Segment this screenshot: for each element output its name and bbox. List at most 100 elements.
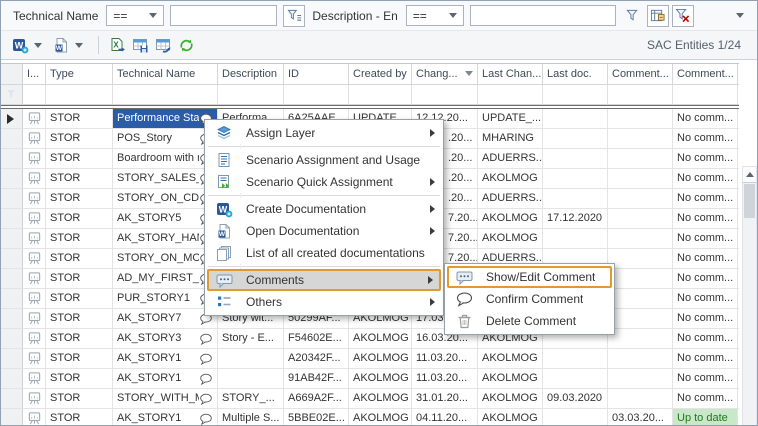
menu-item-comments[interactable]: Comments: [207, 269, 441, 291]
comment-date-cell[interactable]: [608, 349, 673, 368]
entity-icon-cell[interactable]: [23, 209, 46, 228]
technical-name-cell[interactable]: AK_STORY1: [113, 369, 218, 388]
column-header[interactable]: Created by: [349, 64, 412, 84]
technical-name-cell[interactable]: AK_STORY7: [113, 309, 218, 328]
column-header[interactable]: Chang...: [412, 64, 478, 84]
column-header[interactable]: Comment...: [608, 64, 673, 84]
menu-item-confirm-comment[interactable]: Confirm Comment: [447, 288, 612, 310]
filter-conditions-button[interactable]: [283, 5, 305, 27]
column-header[interactable]: Last Chan...: [478, 64, 543, 84]
comment-date-cell[interactable]: [608, 129, 673, 148]
export-excel-button[interactable]: X: [106, 34, 128, 56]
description-cell[interactable]: Story - E...: [218, 329, 284, 348]
table-row[interactable]: STOR AK_STORY1 91AB42F... AKOLMOG 11.03.…: [1, 369, 739, 389]
table-row[interactable]: STOR STORY_WITH_M... STORY_... A669A2F..…: [1, 389, 739, 409]
refresh-button[interactable]: [175, 34, 197, 56]
export-grid-button[interactable]: [152, 34, 174, 56]
filter-cell[interactable]: [46, 85, 113, 104]
comment-status-cell[interactable]: No comm...: [673, 129, 738, 148]
entity-icon-cell[interactable]: [23, 389, 46, 408]
technical-name-cell[interactable]: AK_STORY5: [113, 209, 218, 228]
id-cell[interactable]: A20342F...: [284, 349, 349, 368]
type-cell[interactable]: STOR: [46, 109, 113, 128]
last-changed-by-cell[interactable]: AKOLMOG: [478, 389, 543, 408]
entity-icon-cell[interactable]: [23, 229, 46, 248]
last-changed-by-cell[interactable]: ADUERRS...: [478, 189, 543, 208]
technical-name-cell[interactable]: STORY_ON_MOD...: [113, 249, 218, 268]
save-grid-layout-button[interactable]: [129, 34, 151, 56]
filter-row-indicator-cell[interactable]: [1, 85, 23, 104]
comment-date-cell[interactable]: 03.03.20...: [608, 409, 673, 426]
entity-icon-cell[interactable]: [23, 149, 46, 168]
created-by-cell[interactable]: AKOLMOG: [349, 369, 412, 388]
last-doc-cell[interactable]: [543, 109, 608, 128]
changed-on-cell[interactable]: 11.03.20...: [412, 369, 478, 388]
row-selector-cell[interactable]: [1, 129, 23, 148]
last-changed-by-cell[interactable]: AKOLMOG: [478, 169, 543, 188]
technical-name-cell[interactable]: PUR_STORY1: [113, 289, 218, 308]
filter-cell[interactable]: [218, 85, 284, 104]
type-cell[interactable]: STOR: [46, 329, 113, 348]
type-cell[interactable]: STOR: [46, 169, 113, 188]
table-row[interactable]: STOR AK_STORY1 Multiple S... 5BBE02E... …: [1, 409, 739, 426]
created-by-cell[interactable]: AKOLMOG: [349, 329, 412, 348]
open-documentation-button[interactable]: W: [50, 34, 72, 56]
description-cell[interactable]: [218, 369, 284, 388]
type-cell[interactable]: STOR: [46, 189, 113, 208]
description-operator-select[interactable]: ==: [406, 5, 464, 26]
technical-name-cell[interactable]: POS_Story: [113, 129, 218, 148]
technical-name-filter-input[interactable]: [170, 5, 277, 26]
entity-icon-cell[interactable]: [23, 269, 46, 288]
menu-item-scenario-quick-assignment[interactable]: Scenario Quick Assignment: [207, 171, 441, 193]
column-header[interactable]: ID: [284, 64, 349, 84]
last-doc-cell[interactable]: [543, 409, 608, 426]
type-cell[interactable]: STOR: [46, 129, 113, 148]
last-doc-cell[interactable]: [543, 169, 608, 188]
filter-cell[interactable]: [113, 85, 218, 104]
type-cell[interactable]: STOR: [46, 229, 113, 248]
last-doc-cell[interactable]: 17.12.2020: [543, 209, 608, 228]
comment-status-cell[interactable]: No comm...: [673, 189, 738, 208]
last-doc-cell[interactable]: [543, 369, 608, 388]
filter-cell[interactable]: [608, 85, 673, 104]
description-cell[interactable]: Multiple S...: [218, 409, 284, 426]
type-cell[interactable]: STOR: [46, 249, 113, 268]
menu-item-scenario-assignment-and-usage[interactable]: Scenario Assignment and Usage: [207, 149, 441, 171]
open-documentation-dropdown[interactable]: [73, 34, 85, 56]
menu-item-delete-comment[interactable]: Delete Comment: [447, 310, 612, 332]
changed-on-cell[interactable]: 04.11.20...: [412, 409, 478, 426]
entity-icon-cell[interactable]: [23, 129, 46, 148]
comment-date-cell[interactable]: [608, 269, 673, 288]
comment-date-cell[interactable]: [608, 229, 673, 248]
menu-item-assign-layer[interactable]: Assign Layer: [207, 122, 441, 144]
row-selector-cell[interactable]: [1, 369, 23, 388]
entity-icon-cell[interactable]: [23, 349, 46, 368]
technical-name-cell[interactable]: AK_STORY1: [113, 349, 218, 368]
comment-status-cell[interactable]: No comm...: [673, 369, 738, 388]
comment-date-cell[interactable]: [608, 289, 673, 308]
comment-date-cell[interactable]: [608, 309, 673, 328]
vertical-scrollbar[interactable]: [742, 166, 757, 426]
filter-cell[interactable]: [412, 85, 478, 104]
comment-status-cell[interactable]: No comm...: [673, 269, 738, 288]
row-selector-cell[interactable]: [1, 149, 23, 168]
filter-cell[interactable]: [284, 85, 349, 104]
row-selector-cell[interactable]: [1, 269, 23, 288]
description-filter-input[interactable]: [470, 5, 616, 26]
filter-cell[interactable]: [23, 85, 46, 104]
comment-status-cell[interactable]: No comm...: [673, 329, 738, 348]
row-selector-cell[interactable]: [1, 289, 23, 308]
table-row[interactable]: STOR AK_STORY3 Story - E... F54602E... A…: [1, 329, 739, 349]
type-cell[interactable]: STOR: [46, 269, 113, 288]
comment-status-cell[interactable]: No comm...: [673, 209, 738, 228]
entity-icon-cell[interactable]: [23, 369, 46, 388]
filter-cell[interactable]: [349, 85, 412, 104]
created-by-cell[interactable]: AKOLMOG: [349, 409, 412, 426]
id-cell[interactable]: A669A2F...: [284, 389, 349, 408]
type-cell[interactable]: STOR: [46, 309, 113, 328]
type-cell[interactable]: STOR: [46, 209, 113, 228]
comment-status-cell[interactable]: No comm...: [673, 169, 738, 188]
filter-cell[interactable]: [478, 85, 543, 104]
comment-date-cell[interactable]: [608, 149, 673, 168]
entity-icon-cell[interactable]: [23, 329, 46, 348]
